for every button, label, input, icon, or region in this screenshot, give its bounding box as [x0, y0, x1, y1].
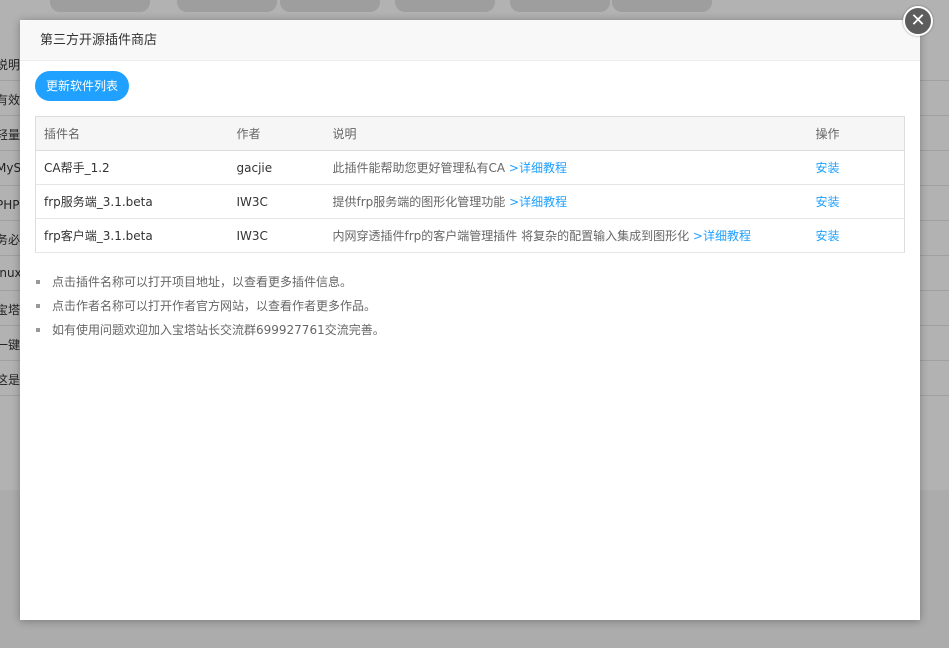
column-header-description: 说明 [324, 116, 808, 151]
plugin-description: 提供frp服务端的图形化管理功能 >详细教程 [324, 184, 808, 219]
column-header-action: 操作 [807, 116, 905, 151]
plugin-table: 插件名 作者 说明 操作 CA帮手_1.2 gacjie 此插件能帮助您更好管理… [35, 116, 905, 253]
update-software-list-button[interactable]: 更新软件列表 [35, 71, 130, 101]
plugin-name-link[interactable]: frp客户端_3.1.beta [35, 218, 229, 253]
tutorial-link[interactable]: >详细教程 [509, 195, 567, 209]
list-item: 点击作者名称可以打开作者官方网站，以查看作者更多作品。 [35, 294, 385, 318]
plugin-description: 此插件能帮助您更好管理私有CA >详细教程 [324, 150, 808, 185]
description-text: 提供frp服务端的图形化管理功能 [332, 195, 506, 209]
author-link[interactable]: IW3C [228, 218, 325, 253]
description-text: 内网穿透插件frp的客户端管理插件 将复杂的配置输入集成到图形化 [332, 229, 690, 243]
action-cell: 安装 [807, 184, 905, 219]
table-row: CA帮手_1.2 gacjie 此插件能帮助您更好管理私有CA >详细教程 安装 [35, 150, 905, 185]
action-cell: 安装 [807, 150, 905, 185]
list-item: 点击插件名称可以打开项目地址，以查看更多插件信息。 [35, 270, 385, 294]
install-button[interactable]: 安装 [816, 195, 840, 209]
tutorial-link[interactable]: >详细教程 [693, 229, 751, 243]
table-header-row: 插件名 作者 说明 操作 [35, 116, 905, 151]
modal-title: 第三方开源插件商店 [20, 20, 920, 61]
list-item: 如有使用问题欢迎加入宝塔站长交流群699927761交流完善。 [35, 318, 385, 342]
action-cell: 安装 [807, 218, 905, 253]
close-icon[interactable]: ✕ [903, 6, 933, 36]
column-header-plugin-name: 插件名 [35, 116, 229, 151]
author-link[interactable]: IW3C [228, 184, 325, 219]
description-text: 此插件能帮助您更好管理私有CA [332, 161, 506, 175]
table-row: frp客户端_3.1.beta IW3C 内网穿透插件frp的客户端管理插件 将… [35, 218, 905, 253]
install-button[interactable]: 安装 [816, 161, 840, 175]
plugin-name-link[interactable]: frp服务端_3.1.beta [35, 184, 229, 219]
help-notes: 点击插件名称可以打开项目地址，以查看更多插件信息。 点击作者名称可以打开作者官方… [35, 270, 385, 342]
install-button[interactable]: 安装 [816, 229, 840, 243]
plugin-name-link[interactable]: CA帮手_1.2 [35, 150, 229, 185]
author-link[interactable]: gacjie [228, 150, 325, 185]
column-header-author: 作者 [228, 116, 325, 151]
table-row: frp服务端_3.1.beta IW3C 提供frp服务端的图形化管理功能 >详… [35, 184, 905, 219]
tutorial-link[interactable]: >详细教程 [509, 161, 567, 175]
plugin-store-modal: 第三方开源插件商店 更新软件列表 插件名 作者 说明 操作 CA帮手_1.2 g… [20, 20, 920, 620]
plugin-description: 内网穿透插件frp的客户端管理插件 将复杂的配置输入集成到图形化 >详细教程 [324, 218, 808, 253]
